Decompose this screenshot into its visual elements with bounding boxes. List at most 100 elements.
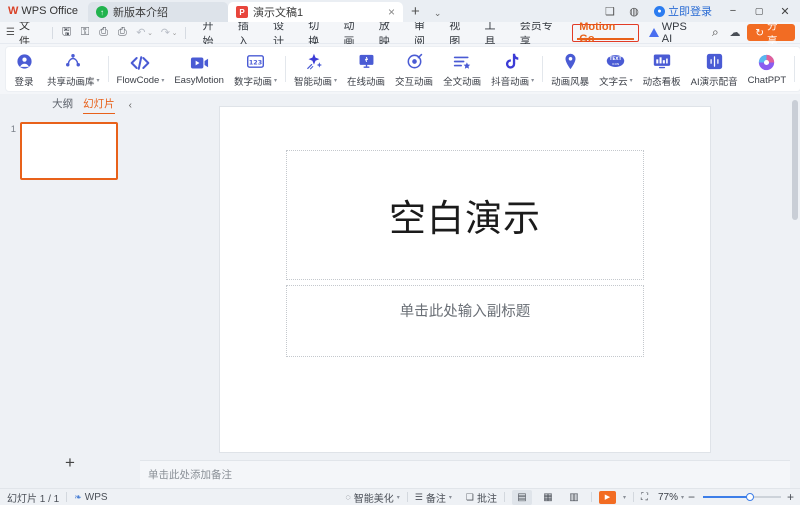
menu-item-member[interactable]: 会员专享 [513, 24, 570, 42]
save-icon[interactable]: 🖫 [57, 23, 76, 43]
ribbon-button-dynamic-dashboard[interactable]: 动态看板 [638, 47, 686, 91]
close-window-button[interactable]: ✕ [772, 0, 798, 22]
menu-item-slideshow[interactable]: 放映 [372, 24, 407, 42]
title-bar-right: ❑ ◍ ● 立即登录 − ▢ ✕ [598, 0, 800, 22]
share-button[interactable]: ↻ 分享 [747, 24, 795, 41]
wps-ai-button[interactable]: WPS AI [642, 21, 705, 45]
ribbon-button-word-cloud[interactable]: TEXTICON 文字云▾ [594, 47, 638, 91]
menu-items: 开始 插入 设计 切换 动画 放映 审阅 视图 工具 会员专享 Motion G… [196, 21, 726, 45]
scrollbar-thumb[interactable] [792, 100, 798, 220]
menu-item-design[interactable]: 设计 [266, 24, 301, 42]
customize-chevron-icon[interactable]: ⌄ [172, 29, 181, 37]
workspace: 大纲 幻灯片 ‹ 1 + 空白演示 单击此处输入副标题 [0, 94, 800, 488]
tiktok-note-icon [505, 51, 520, 72]
ribbon-button-chatppt[interactable]: ChatPPT [743, 47, 792, 91]
ribbon-button-online-animation[interactable]: 在线动画 [342, 47, 390, 91]
tab-outline[interactable]: 大纲 [52, 96, 73, 114]
file-menu-button[interactable]: ☰ 文件 [0, 22, 48, 44]
ribbon-button-easymotion[interactable]: EasyMotion [169, 47, 229, 91]
tab-new-version-intro[interactable]: ↑ 新版本介绍 [88, 2, 228, 22]
reading-view-icon[interactable]: ▥ [564, 490, 584, 505]
chevron-left-icon[interactable]: ‹ [129, 100, 132, 111]
wps-presentation-window: W WPS Office ↑ 新版本介绍 P 演示文稿1 × + ⌄ ❑ ◍ ●… [0, 0, 800, 505]
ribbon-button-shared-animation-library[interactable]: 共享动画库▾ [42, 47, 105, 91]
notes-button[interactable]: ☰ 备注 ▾ [408, 489, 459, 505]
print-preview-icon[interactable]: ⎙ [113, 23, 132, 43]
menu-item-tools[interactable]: 工具 [478, 24, 513, 42]
ribbon-button-smart-animation[interactable]: 智能动画▾ [289, 47, 342, 91]
notes-pane[interactable]: 单击此处添加备注 [140, 460, 790, 488]
ribbon-button-ai-voiceover[interactable]: AI演示配音 [686, 47, 743, 91]
normal-view-icon[interactable]: ▤ [512, 490, 532, 505]
slide-panel: 大纲 幻灯片 ‹ 1 + [0, 94, 140, 488]
tab-close-icon[interactable]: × [388, 6, 395, 18]
code-icon [130, 52, 150, 73]
key-icon[interactable]: ⚿ [76, 23, 95, 43]
slide-thumbnail-1[interactable] [20, 122, 118, 180]
zoom-level-label[interactable]: 77% [655, 492, 681, 503]
menu-item-animation[interactable]: 动画 [337, 24, 372, 42]
waveform-icon [706, 51, 723, 72]
ribbon-button-animation-storm[interactable]: 动画风暴 [546, 47, 594, 91]
add-slide-button[interactable]: + [0, 438, 140, 488]
cloud-icon[interactable]: ☁ [726, 23, 744, 43]
ribbon-button-douyin-animation[interactable]: 抖音动画▾ [486, 47, 539, 91]
tab-slides[interactable]: 幻灯片 [83, 96, 115, 114]
ribbon-button-digital-animation[interactable]: 123 数字动画▾ [229, 47, 282, 91]
list-star-icon [453, 51, 471, 72]
share-nodes-icon [64, 51, 82, 72]
menu-item-insert[interactable]: 插入 [231, 24, 266, 42]
slide-count-label: 幻灯片 1 / 1 [0, 489, 66, 505]
dashboard-icon [653, 51, 671, 72]
comments-button[interactable]: ❏ 批注 [459, 489, 504, 505]
divider [52, 27, 53, 39]
zoom-out-button[interactable]: − [684, 490, 699, 504]
minimize-button[interactable]: − [720, 0, 746, 22]
divider [108, 56, 109, 82]
menu-item-review[interactable]: 审阅 [407, 24, 442, 42]
chevron-down-icon: ▾ [161, 77, 164, 84]
window-restore-icon[interactable]: ❑ [598, 0, 622, 22]
undo-chevron-icon[interactable]: ⌄ [147, 29, 156, 37]
fit-screen-button[interactable]: ⛶ [634, 489, 655, 505]
comments-label: 批注 [477, 490, 497, 505]
title-placeholder[interactable]: 空白演示 [286, 150, 644, 280]
menu-bar-right: ☁ ↻ 分享 [726, 23, 800, 43]
search-icon[interactable]: ⌕ [705, 24, 726, 42]
ribbon-button-fulltext-animation[interactable]: 全文动画 [438, 47, 486, 91]
maximize-button[interactable]: ▢ [746, 0, 772, 22]
share-icon: ↻ [755, 27, 764, 39]
ribbon-button-login[interactable]: 登录 [6, 47, 42, 91]
vertical-scrollbar[interactable] [790, 94, 800, 488]
ribbon-button-label: 全文动画 [443, 74, 481, 88]
tab-presentation1[interactable]: P 演示文稿1 × [228, 2, 403, 22]
ribbon-button-flowcode[interactable]: FlowCode▾ [112, 47, 170, 91]
slideshow-button[interactable]: ▶ ▾ [592, 489, 633, 505]
tab-list-chevron-icon[interactable]: ⌄ [428, 2, 448, 22]
print-icon[interactable]: ⎙ [94, 23, 113, 43]
smart-beautify-button[interactable]: ◌ 智能美化 ▾ [338, 489, 406, 505]
title-bar: W WPS Office ↑ 新版本介绍 P 演示文稿1 × + ⌄ ❑ ◍ ●… [0, 0, 800, 22]
compass-icon[interactable]: ◍ [622, 0, 646, 22]
wps-ai-icon [649, 28, 659, 37]
slider-fill [703, 496, 750, 498]
zoom-slider[interactable] [703, 492, 781, 503]
login-button[interactable]: ● 立即登录 [646, 3, 720, 19]
slide-sorter-icon[interactable]: ▦ [538, 490, 558, 505]
slide-canvas[interactable]: 空白演示 单击此处输入副标题 [220, 107, 710, 452]
zoom-in-button[interactable]: + [785, 490, 800, 504]
menu-item-transition[interactable]: 切换 [301, 24, 336, 42]
text-cloud-icon: TEXTICON [606, 51, 625, 72]
engine-indicator[interactable]: ❧ WPS [67, 489, 114, 505]
subtitle-placeholder[interactable]: 单击此处输入副标题 [286, 285, 644, 357]
menu-item-start[interactable]: 开始 [196, 24, 231, 42]
chevron-down-icon[interactable]: ▾ [623, 494, 626, 501]
ribbon-button-interactive-animation[interactable]: 交互动画 [390, 47, 438, 91]
slider-knob[interactable] [746, 493, 754, 501]
new-tab-button[interactable]: + [403, 2, 428, 22]
ribbon-button-label: 抖音动画▾ [491, 74, 534, 88]
notes-icon: ☰ [415, 492, 423, 503]
user-circle-icon [16, 51, 33, 72]
menu-item-view[interactable]: 视图 [442, 24, 477, 42]
menu-item-motion-go[interactable]: Motion Go [572, 24, 639, 42]
